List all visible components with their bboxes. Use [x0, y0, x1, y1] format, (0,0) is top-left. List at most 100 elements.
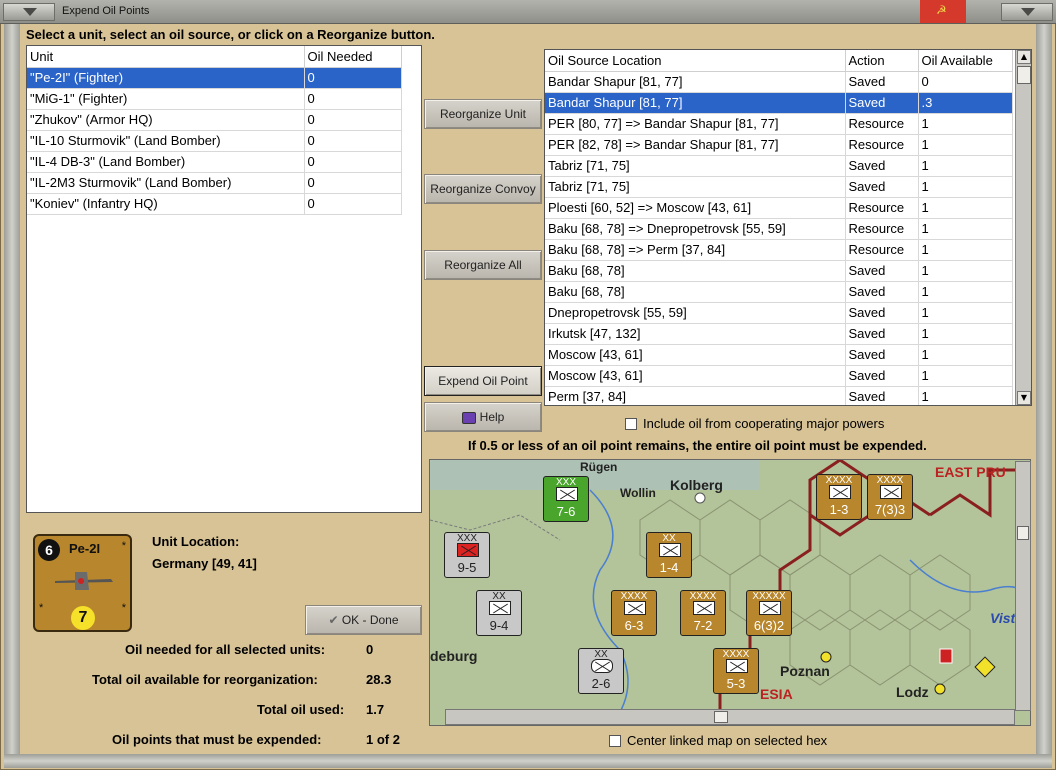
- cavalry-symbol-icon: [457, 543, 479, 557]
- map-counter[interactable]: XXX 9-5: [444, 532, 490, 578]
- unit-row[interactable]: "IL-4 DB-3" (Land Bomber) 0: [27, 151, 402, 173]
- map-counter[interactable]: XXXX 1-3: [816, 474, 862, 520]
- location-column-header[interactable]: Oil Source Location: [545, 50, 846, 72]
- oil-source-row[interactable]: Bandar Shapur [81, 77] Saved .3: [545, 92, 1013, 114]
- oil-source-row[interactable]: Tabriz [71, 75] Saved 1: [545, 155, 1013, 177]
- unit-row[interactable]: "Zhukov" (Armor HQ) 0: [27, 109, 402, 131]
- center-map-checkbox[interactable]: Center linked map on selected hex: [609, 733, 827, 748]
- map-hscroll-thumb[interactable]: [714, 711, 728, 723]
- map-horizontal-scrollbar[interactable]: [445, 709, 1015, 725]
- oil-available-cell: 1: [918, 302, 1013, 324]
- oil-needed-cell: 0: [304, 130, 402, 152]
- map-counter[interactable]: XXXX 6-3: [611, 590, 657, 636]
- include-cooperating-checkbox[interactable]: Include oil from cooperating major power…: [625, 416, 884, 431]
- oil-source-row[interactable]: Ploesti [60, 52] => Moscow [43, 61] Resou…: [545, 197, 1013, 219]
- oil-source-row[interactable]: Irkutsk [47, 132] Saved 1: [545, 323, 1013, 345]
- checkbox-box[interactable]: [609, 734, 621, 747]
- map-label-lodz: Lodz: [896, 684, 929, 700]
- oil-source-row[interactable]: Baku [68, 78] Saved 1: [545, 260, 1013, 282]
- map-counter[interactable]: XXXX 5-3: [713, 648, 759, 694]
- oil-source-row[interactable]: Moscow [43, 61] Saved 1: [545, 365, 1013, 387]
- system-menu-button[interactable]: [3, 3, 55, 21]
- oil-available-cell: 1: [918, 155, 1013, 177]
- action-cell: Saved: [845, 302, 919, 324]
- action-cell: Saved: [845, 344, 919, 366]
- oil-source-row[interactable]: Baku [68, 78] => Dnepropetrovsk [55, 59]…: [545, 218, 1013, 240]
- location-cell: Bandar Shapur [81, 77]: [545, 92, 846, 114]
- ok-done-label: OK - Done: [341, 613, 399, 627]
- unit-row[interactable]: "IL-10 Sturmovik" (Land Bomber) 0: [27, 130, 402, 152]
- reorganize-all-button[interactable]: Reorganize All: [424, 250, 542, 280]
- reorganize-unit-button[interactable]: Reorganize Unit: [424, 99, 542, 129]
- checkbox-box[interactable]: [625, 417, 637, 430]
- action-cell: Resource: [845, 134, 919, 156]
- action-cell: Resource: [845, 218, 919, 240]
- right-border: [1036, 24, 1052, 754]
- map-counter[interactable]: XXXX 7(3)3: [867, 474, 913, 520]
- help-button[interactable]: Help: [424, 402, 542, 432]
- map-counter[interactable]: XXXXX 6(3)2: [746, 590, 792, 636]
- expend-note: If 0.5 or less of an oil point remains, …: [468, 438, 927, 453]
- oil-available-cell: 1: [918, 218, 1013, 240]
- map-counter[interactable]: XX 2-6: [578, 648, 624, 694]
- mountain-symbol-icon: [693, 601, 715, 615]
- oil-source-row[interactable]: Bandar Shapur [81, 77] Saved 0: [545, 71, 1013, 93]
- unit-row[interactable]: "IL-2M3 Sturmovik" (Land Bomber) 0: [27, 172, 402, 194]
- scroll-up-arrow-icon[interactable]: ▲: [1017, 50, 1031, 64]
- center-map-label: Center linked map on selected hex: [627, 733, 828, 748]
- oil-source-row[interactable]: Moscow [43, 61] Saved 1: [545, 344, 1013, 366]
- checkmark-icon: ✔: [328, 613, 339, 627]
- oil-available-cell: 1: [918, 344, 1013, 366]
- oil-source-row[interactable]: Perm [37, 84] Saved 1: [545, 386, 1013, 405]
- map-vscroll-thumb[interactable]: [1017, 526, 1029, 540]
- map-counter[interactable]: XXXX 7-2: [680, 590, 726, 636]
- location-cell: Dnepropetrovsk [55, 59]: [545, 302, 846, 324]
- location-cell: Tabriz [71, 75]: [545, 176, 846, 198]
- infantry-symbol-icon: [829, 485, 851, 499]
- scroll-down-arrow-icon[interactable]: ▼: [1017, 391, 1031, 405]
- unit-row[interactable]: "Koniev" (Infantry HQ) 0: [27, 193, 402, 215]
- oil-available-column-header[interactable]: Oil Available: [918, 50, 1013, 72]
- linked-map[interactable]: Rügen Wollin Kolberg EAST PRU Poznan Lod…: [429, 459, 1031, 726]
- infantry-symbol-icon: [880, 485, 902, 499]
- oil-source-table: Oil Source Location Action Oil Available…: [545, 50, 1013, 405]
- scroll-thumb[interactable]: [1017, 66, 1031, 84]
- must-expend-label: Oil points that must be expended:: [112, 732, 322, 747]
- oil-source-row[interactable]: Dnepropetrovsk [55, 59] Saved 1: [545, 302, 1013, 324]
- oil-source-row[interactable]: PER [82, 78] => Bandar Shapur [81, 77] Re…: [545, 134, 1013, 156]
- oil-source-row[interactable]: Baku [68, 78] Saved 1: [545, 281, 1013, 303]
- infantry-symbol-icon: [659, 543, 681, 557]
- location-cell: Moscow [43, 61]: [545, 365, 846, 387]
- total-available-value: 28.3: [366, 672, 392, 687]
- oil-available-cell: 1: [918, 134, 1013, 156]
- oil-source-row[interactable]: PER [80, 77] => Bandar Shapur [81, 77] Re…: [545, 113, 1013, 135]
- unit-row[interactable]: "MiG-1" (Fighter) 0: [27, 88, 402, 110]
- oil-source-row[interactable]: Tabriz [71, 75] Saved 1: [545, 176, 1013, 198]
- total-used-value: 1.7: [366, 702, 385, 717]
- map-vertical-scrollbar[interactable]: [1015, 461, 1031, 711]
- oil-available-cell: 1: [918, 281, 1013, 303]
- unit-row[interactable]: "Pe-2I" (Fighter) 0: [27, 67, 402, 89]
- oil-source-panel: Oil Source Location Action Oil Available…: [544, 49, 1032, 406]
- oil-available-cell: 1: [918, 113, 1013, 135]
- map-counter[interactable]: XX 9-4: [476, 590, 522, 636]
- action-column-header[interactable]: Action: [845, 50, 919, 72]
- infantry-symbol-icon: [489, 601, 511, 615]
- reorganize-convoy-button[interactable]: Reorganize Convoy: [424, 174, 542, 204]
- unit-name-cell: "IL-2M3 Sturmovik" (Land Bomber): [27, 172, 305, 194]
- action-cell: Saved: [845, 386, 919, 405]
- ok-done-button[interactable]: ✔ OK - Done: [305, 605, 422, 635]
- action-cell: Saved: [845, 323, 919, 345]
- map-counter[interactable]: XXX 7-6: [543, 476, 589, 522]
- oil-source-row[interactable]: Baku [68, 78] => Perm [37, 84] Resource 1: [545, 239, 1013, 261]
- window-menu-button[interactable]: [1001, 3, 1053, 21]
- infantry-symbol-icon: [556, 487, 578, 501]
- map-counter[interactable]: XX 1-4: [646, 532, 692, 578]
- expend-oil-point-button[interactable]: Expend Oil Point: [424, 366, 542, 396]
- oil-needed-column-header[interactable]: Oil Needed: [304, 46, 402, 68]
- source-scrollbar[interactable]: ▲ ▼: [1015, 50, 1031, 405]
- oil-available-cell: 1: [918, 239, 1013, 261]
- location-cell: PER [82, 78] => Bandar Shapur [81, 77]: [545, 134, 846, 156]
- unit-column-header[interactable]: Unit: [27, 46, 305, 68]
- help-book-icon: [461, 411, 476, 424]
